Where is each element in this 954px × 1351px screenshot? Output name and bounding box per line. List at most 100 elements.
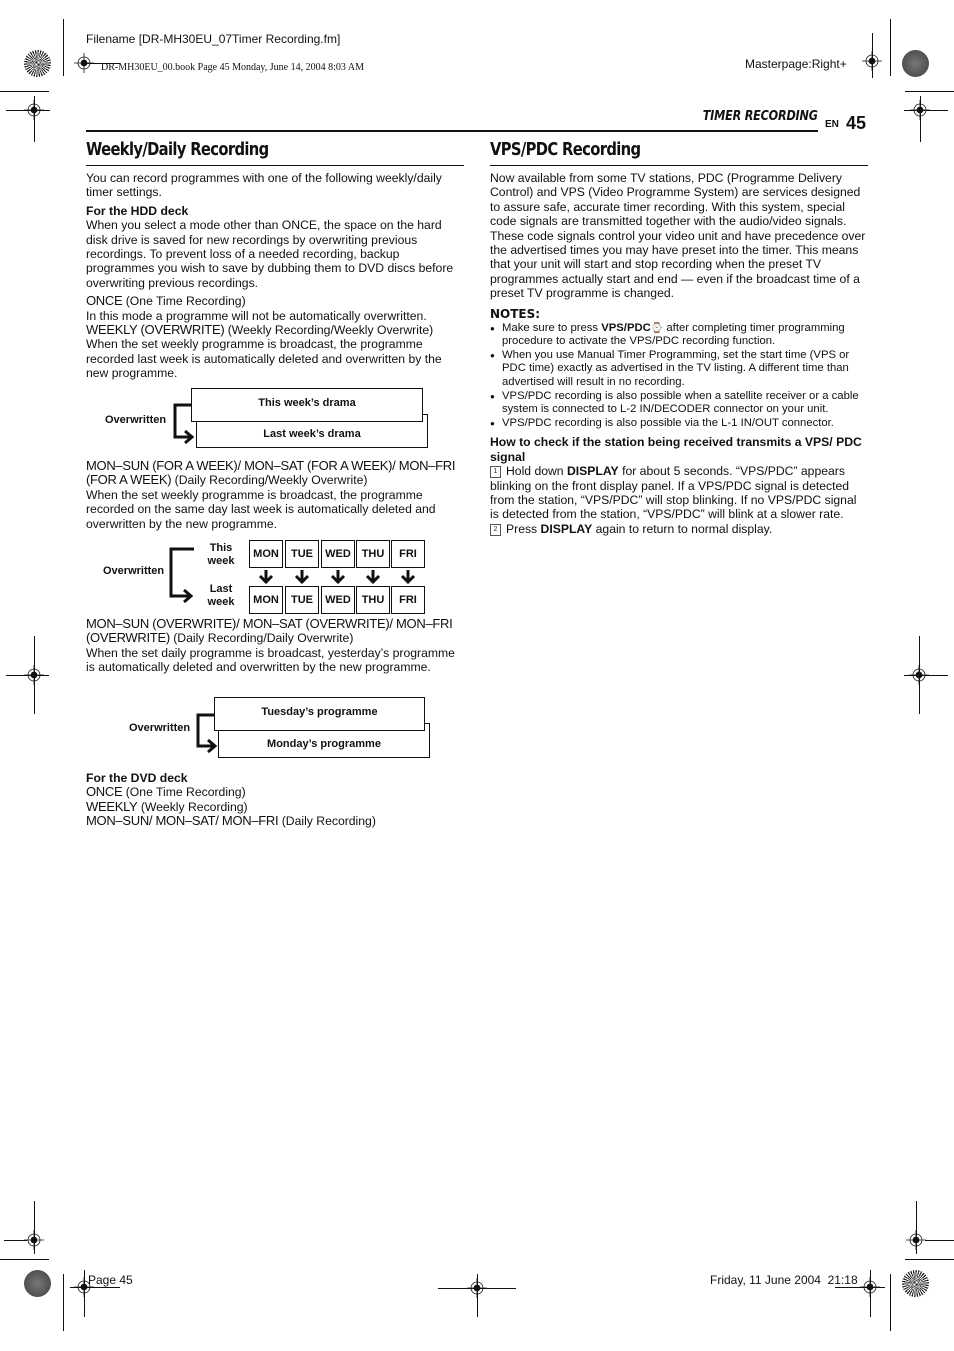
color-registration-disc-icon (902, 1270, 929, 1297)
day-box-this-mon: MON (249, 540, 283, 568)
crop-line (84, 1270, 85, 1317)
crop-line (70, 1287, 120, 1288)
note-item: When you use Manual Timer Programming, s… (490, 349, 868, 390)
check-heading: How to check if the station being receiv… (490, 435, 862, 464)
section-heading: Weekly/Daily Recording (86, 139, 269, 160)
day-box-last-thu: THU (356, 586, 390, 614)
box-label: This week’s drama (258, 397, 356, 409)
last-week-label: Last week (207, 583, 235, 609)
crop-line (63, 19, 64, 76)
language-tag: EN (825, 119, 839, 130)
overwrite-arrow-icon (169, 547, 194, 604)
footer-page-label: Page 45 (88, 1273, 133, 1287)
day-box-last-wed: WED (321, 586, 355, 614)
crop-line (4, 1240, 27, 1241)
page-number: 45 (846, 113, 867, 133)
note-item: VPS/PDC recording is also possible via t… (490, 417, 868, 431)
forweek-section: MON–SUN (FOR A WEEK)/ MON–SAT (FOR A WEE… (86, 458, 464, 531)
box-label: Last week’s drama (263, 428, 361, 440)
mode-description: (Weekly Recording/Weekly Overwrite) (227, 323, 434, 338)
top-box: This week’s drama (191, 388, 423, 422)
day-box-this-wed: WED (321, 540, 355, 568)
mode-name: MON–SUN/ MON–SAT/ MON–FRI (86, 813, 279, 829)
heading-rule (490, 165, 868, 166)
filename-label: Filename [DR-MH30EU_07Timer Recording.fm… (86, 32, 341, 46)
crop-line (890, 1274, 891, 1331)
crop-line (6, 675, 49, 676)
arrow-down-icon (294, 570, 310, 584)
mode-paragraph: When the set daily programme is broadcas… (86, 645, 455, 675)
daily-section: MON–SUN (OVERWRITE)/ MON–SAT (OVERWRITE)… (86, 616, 464, 675)
button-name: DISPLAY (566, 464, 619, 479)
mode-name: ONCE (86, 293, 123, 309)
step-number-icon: 1 (490, 466, 501, 478)
arrow-down-icon (330, 570, 346, 584)
box-label: Monday’s programme (267, 737, 381, 750)
section-heading: VPS/PDC Recording (490, 139, 641, 160)
step-item: 1 Hold down DISPLAY for about 5 seconds. … (490, 464, 868, 522)
mode-name: MON–SUN (OVERWRITE)/ MON–SAT (OVERWRITE)… (86, 616, 453, 631)
mode-name: WEEKLY (OVERWRITE) (86, 322, 225, 338)
mode-description: (Weekly Recording) (140, 799, 248, 814)
notes-heading: NOTES: (490, 306, 541, 321)
day-box-last-tue: TUE (285, 586, 319, 614)
crop-line (905, 1259, 954, 1260)
book-info-label: DR-MH30EU_00.book Page 45 Monday, June 1… (101, 62, 364, 73)
header-rule (86, 130, 818, 132)
label-line: Last (209, 583, 233, 595)
overwritten-label: Overwritten (129, 722, 191, 734)
day-box-this-tue: TUE (285, 540, 319, 568)
step-text: Press (506, 521, 541, 536)
button-name: DISPLAY (540, 521, 593, 536)
mode-description: (One Time Recording) (125, 294, 246, 309)
note-text: VPS/PDC recording is also possible via t… (502, 416, 834, 429)
crop-line (0, 1259, 49, 1260)
crop-line (63, 1274, 64, 1331)
step-text: again to return to normal display. (592, 521, 773, 536)
mode-paragraph: When the set weekly programme is broadca… (86, 487, 436, 531)
note-text: VPS/PDC recording is also possible when … (502, 389, 859, 416)
overwrite-arrow-icon (196, 713, 218, 754)
crop-line (872, 33, 873, 78)
crop-line (6, 110, 50, 111)
step-item: 2 Press DISPLAY again to return to normal… (490, 522, 868, 536)
crop-line (477, 1274, 478, 1317)
crop-line (835, 1287, 885, 1288)
day-box-last-mon: MON (249, 586, 283, 614)
heading-rule (86, 165, 464, 166)
label-line: week (207, 555, 235, 567)
mode-description: (Daily Recording/Daily Overwrite) (173, 631, 354, 646)
note-item: Make sure to press VPS/PDC⌚ after comple… (490, 322, 868, 349)
note-item: VPS/PDC recording is also possible when … (490, 390, 868, 417)
crop-line (0, 91, 49, 92)
mode-name: ONCE (86, 784, 123, 800)
crop-line (920, 96, 921, 142)
crop-line (904, 675, 948, 676)
overwritten-label: Overwritten (105, 414, 167, 426)
button-name: VPS/PDC (601, 321, 651, 334)
crop-line (34, 96, 35, 142)
color-registration-disc-icon (902, 50, 929, 77)
mode-name: (FOR A WEEK) (86, 472, 172, 488)
mode-description: (Daily Recording) (281, 814, 376, 829)
color-registration-disc-icon (24, 50, 51, 77)
day-box-this-thu: THU (356, 540, 390, 568)
crop-line (916, 1201, 917, 1254)
mode-paragraph: In this mode a programme will not be aut… (86, 308, 427, 323)
mode-name: WEEKLY (86, 798, 138, 814)
step-text: Hold down (506, 464, 567, 479)
footer-date-label: Friday, 11 June 2004 21:18 (710, 1273, 858, 1287)
this-week-label: This week (207, 542, 235, 568)
mode-name: MON–SUN (FOR A WEEK)/ MON–SAT (FOR A WEE… (86, 458, 456, 473)
box-label: Tuesday’s programme (261, 706, 378, 718)
masterpage-label: Masterpage:Right+ (745, 57, 847, 71)
arrow-down-icon (258, 570, 274, 584)
timer-clock-icon: ⌚ (650, 322, 664, 334)
label-line: week (207, 596, 235, 608)
dvd-section: For the DVD deck ONCE (One Time Recordin… (86, 771, 464, 829)
section-title: TIMER RECORDING (702, 109, 818, 124)
top-box: Tuesday’s programme (214, 697, 425, 731)
notes-list: Make sure to press VPS/PDC⌚ after comple… (490, 322, 868, 431)
crop-line (34, 1201, 35, 1254)
intro-paragraph: Now available from some TV stations, PDC… (490, 171, 866, 301)
